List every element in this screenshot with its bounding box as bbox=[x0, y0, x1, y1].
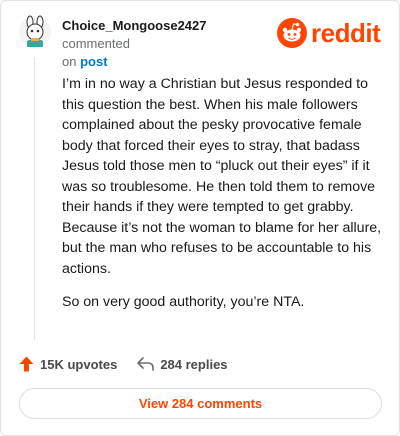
upvote-button[interactable]: 15K upvotes bbox=[19, 356, 117, 372]
replies-button[interactable]: 284 replies bbox=[137, 356, 228, 372]
reply-arrow-icon bbox=[137, 357, 155, 371]
comment-paragraph: So on very good authority, you’re NTA. bbox=[62, 294, 305, 310]
upvote-arrow-icon bbox=[19, 356, 34, 372]
thread-line[interactable] bbox=[34, 57, 35, 340]
comment-paragraph: I’m in no way a Christian but Jesus resp… bbox=[62, 76, 382, 277]
on-text: on bbox=[62, 54, 77, 69]
upvote-count: 15K upvotes bbox=[40, 356, 118, 372]
reddit-logo-icon bbox=[277, 18, 307, 48]
reddit-logo[interactable]: reddit bbox=[277, 17, 387, 49]
comment-body: I’m in no way a Christian but Jesus resp… bbox=[62, 74, 382, 326]
post-link[interactable]: post bbox=[80, 54, 107, 69]
action-text: commented bbox=[62, 36, 130, 51]
username-link[interactable]: Choice_Mongoose2427 bbox=[62, 18, 207, 33]
reddit-wordmark: reddit bbox=[311, 18, 381, 48]
reply-count: 284 replies bbox=[160, 356, 228, 372]
comment-card: Choice_Mongoose2427 commented on post re… bbox=[0, 0, 400, 436]
view-comments-button[interactable]: View 284 comments bbox=[19, 388, 382, 419]
comment-header: Choice_Mongoose2427 commented on post bbox=[62, 17, 277, 71]
user-avatar-icon[interactable] bbox=[18, 15, 52, 49]
comment-actions: 15K upvotes 284 replies bbox=[19, 353, 228, 375]
